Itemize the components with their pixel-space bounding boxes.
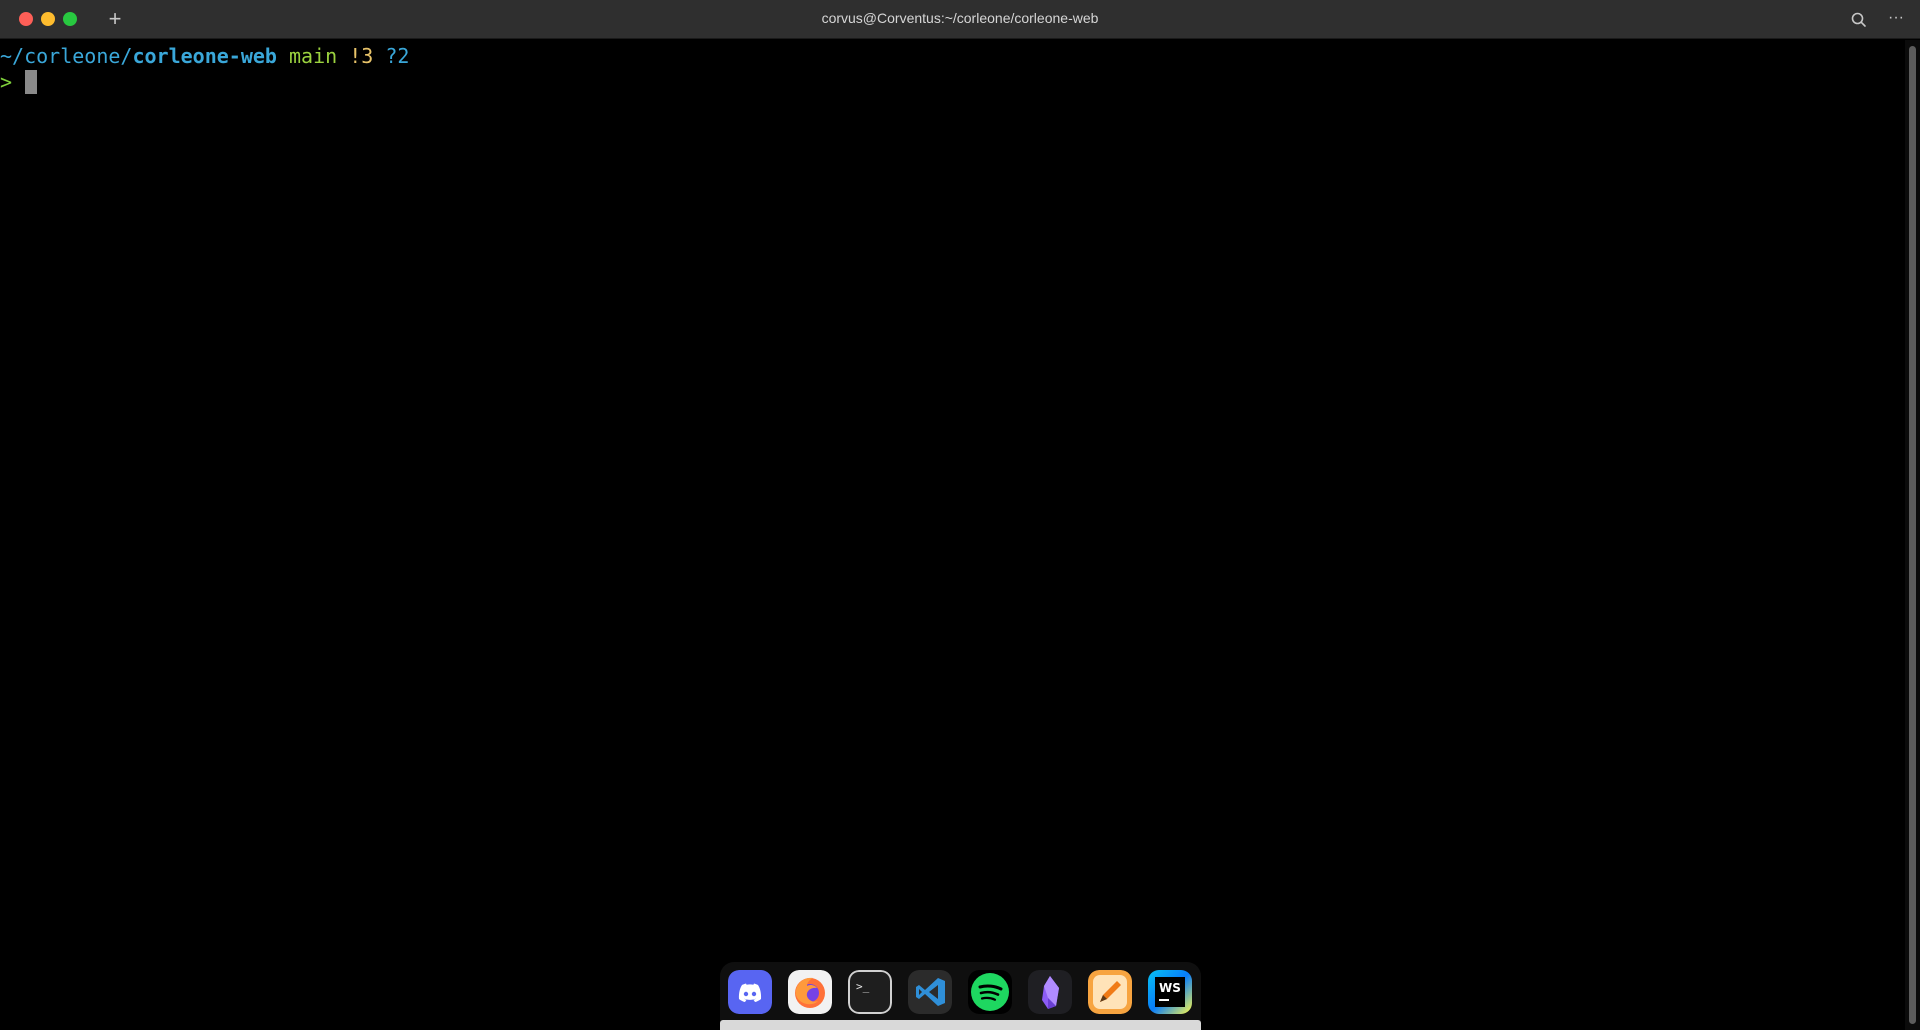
discord-icon[interactable] [728, 970, 772, 1014]
dock-preview-strip [720, 1020, 1201, 1030]
path-prefix: ~/corleone/ [0, 44, 133, 68]
terminal-output[interactable]: ~/corleone/corleone-web main !3 ?2 > [0, 40, 1905, 1030]
webstorm-icon[interactable]: WS [1148, 970, 1192, 1014]
webstorm-label: WS [1159, 981, 1181, 995]
prompt-symbol: > [0, 70, 13, 94]
title-bar[interactable]: + corvus@Corventus:~/corleone/corleone-w… [0, 0, 1920, 39]
terminal-window: + corvus@Corventus:~/corleone/corleone-w… [0, 0, 1920, 1030]
scrollbar-thumb[interactable] [1909, 46, 1916, 1024]
scrollbar[interactable] [1905, 40, 1920, 1030]
pencil-app-icon[interactable] [1088, 970, 1132, 1014]
text-cursor [25, 70, 37, 94]
prompt-info-line: ~/corleone/corleone-web main !3 ?2 [0, 43, 409, 69]
svg-text:>_: >_ [856, 980, 870, 993]
prompt-input-line[interactable]: > [0, 69, 12, 95]
more-options-icon[interactable]: ··· [1884, 8, 1908, 28]
window-title: corvus@Corventus:~/corleone/corleone-web [821, 10, 1099, 26]
firefox-icon[interactable] [788, 970, 832, 1014]
git-branch: main [289, 44, 338, 68]
vscode-icon[interactable] [908, 970, 952, 1014]
terminal-icon[interactable]: >_ [848, 970, 892, 1014]
search-icon[interactable] [1849, 10, 1869, 30]
current-directory: corleone-web [132, 44, 277, 68]
spotify-icon[interactable] [968, 970, 1012, 1014]
obsidian-icon[interactable] [1028, 970, 1072, 1014]
git-untracked-count: ?2 [385, 44, 410, 68]
git-modified-count: !3 [349, 44, 374, 68]
